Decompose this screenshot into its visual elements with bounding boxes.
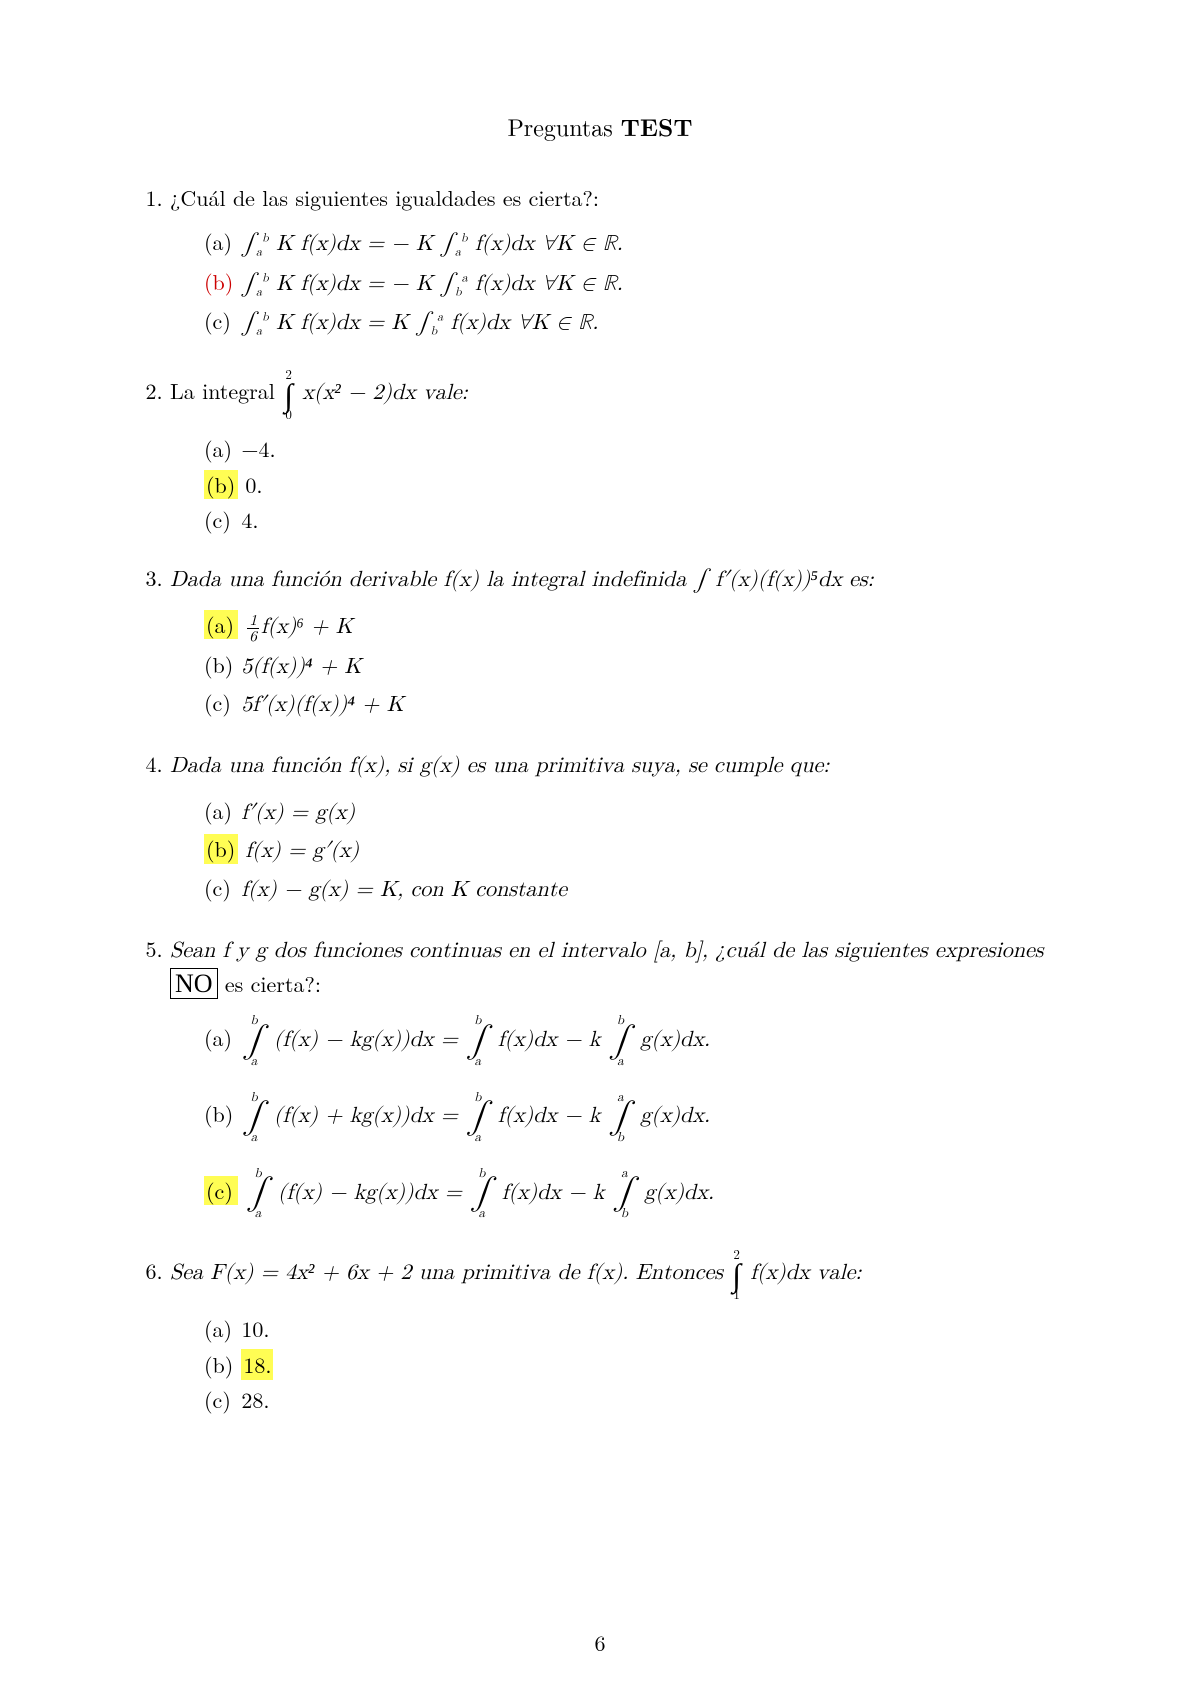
integral-icon: a∫b <box>610 1092 631 1144</box>
option-body: 16f(x)⁶ + K <box>245 616 352 638</box>
option-body: 28. <box>234 1384 269 1415</box>
q5-options: (a) b∫a (f(x) − kg(x))dx = b∫a f(x)dx − … <box>170 1015 1060 1220</box>
integral-icon: b∫a <box>243 1092 264 1144</box>
integral-icon: a∫b <box>614 1168 635 1220</box>
option-body: f(x) = g′(x) <box>238 840 359 862</box>
q4-option-c: (c) f(x) − g(x) = K, con K constante <box>204 873 1060 906</box>
option-body: 0. <box>238 469 262 500</box>
q6-options: (a) 10. (b) 18. (c) 28. <box>170 1314 1060 1415</box>
q2-option-c: (c) 4. <box>204 505 1060 535</box>
option-label: (b) <box>204 1350 234 1380</box>
integral-icon: b∫a <box>471 1168 492 1220</box>
q4-option-a: (a) f′(x) = g(x) <box>204 796 1060 829</box>
integral-icon: b∫a <box>610 1015 631 1067</box>
fraction-icon: 16 <box>247 613 259 644</box>
option-body: f(x) − g(x) = K, con K constante <box>234 879 567 901</box>
page: Preguntas TEST ¿Cuál de las siguientes i… <box>0 0 1200 1698</box>
title-bold: TEST <box>621 110 693 144</box>
q5-text: Sean f y g dos funciones continuas en el… <box>170 934 1060 1002</box>
q5-option-a: (a) b∫a (f(x) − kg(x))dx = b∫a f(x)dx − … <box>204 1015 1060 1067</box>
option-body: f′(x) = g(x) <box>234 802 355 824</box>
option-math: ∫ab K f(x)dx = − K ∫ba f(x)dx ∀K ∈ ℝ. <box>241 273 622 295</box>
option-label: (c) <box>204 505 234 535</box>
page-title: Preguntas TEST <box>140 110 1060 143</box>
q4-text: Dada una función f(x), si g(x) es una pr… <box>170 752 1060 782</box>
option-body: 5f′(x)(f(x))⁴ + K <box>234 694 404 716</box>
option-label: (a) <box>204 796 234 826</box>
option-label: (a) <box>204 227 234 257</box>
q3-options: (a) 16f(x)⁶ + K (b) 5(f(x))⁴ + K (c) 5f′… <box>170 610 1060 721</box>
integral-icon: b∫a <box>467 1015 488 1067</box>
option-body: 5(f(x))⁴ + K <box>234 656 361 678</box>
q2-option-b: (b) 0. <box>204 470 1060 500</box>
q2-options: (a) −4. (b) 0. (c) 4. <box>170 434 1060 535</box>
option-label: (a) <box>204 610 238 640</box>
question-2: La integral 2∫0 x(x² − 2)dx vale: (a) −4… <box>170 368 1060 535</box>
integral-icon: b∫a <box>247 1168 268 1220</box>
integral-icon: b∫a <box>243 1015 264 1067</box>
question-4: Dada una función f(x), si g(x) es una pr… <box>170 749 1060 906</box>
q4-options: (a) f′(x) = g(x) (b) f(x) = g′(x) (c) f(… <box>170 796 1060 906</box>
q1-option-c: (c) ∫ab K f(x)dx = K ∫ba f(x)dx ∀K ∈ ℝ. <box>204 306 1060 340</box>
q4-option-b: (b) f(x) = g′(x) <box>204 834 1060 867</box>
option-math: ∫ab K f(x)dx = K ∫ba f(x)dx ∀K ∈ ℝ. <box>241 312 598 334</box>
option-label: (a) <box>204 1023 234 1053</box>
question-3: Dada una función derivable f(x) la integ… <box>170 563 1060 721</box>
q5-option-c: (c) b∫a (f(x) − kg(x))dx = b∫a f(x)dx − … <box>204 1168 1060 1220</box>
q3-option-b: (b) 5(f(x))⁴ + K <box>204 650 1060 683</box>
q5-option-b: (b) b∫a (f(x) + kg(x))dx = b∫a f(x)dx − … <box>204 1092 1060 1144</box>
integral-icon: b∫a <box>467 1092 488 1144</box>
integral-icon: 2∫0 <box>284 368 293 420</box>
q6-option-a: (a) 10. <box>204 1314 1060 1344</box>
option-math: b∫a (f(x) + kg(x))dx = b∫a f(x)dx − k a∫… <box>241 1105 710 1127</box>
q1-text: ¿Cuál de las siguientes igualdades es ci… <box>170 183 1060 213</box>
q6-text: Sea F(x) = 4x² + 6x + 2 una primitiva de… <box>170 1248 1060 1300</box>
question-list: ¿Cuál de las siguientes igualdades es ci… <box>140 183 1060 1415</box>
option-label: (c) <box>204 306 234 336</box>
integral-icon: 2∫1 <box>732 1248 741 1300</box>
option-label: (c) <box>204 688 234 718</box>
option-body: 18. <box>241 1349 273 1380</box>
q6-option-b: (b) 18. <box>204 1350 1060 1380</box>
option-label: (b) <box>204 1099 234 1129</box>
q1-option-b: (b) ∫ab K f(x)dx = − K ∫ba f(x)dx ∀K ∈ ℝ… <box>204 267 1060 301</box>
question-5: Sean f y g dos funciones continuas en el… <box>170 934 1060 1220</box>
page-number: 6 <box>0 1628 1200 1658</box>
option-math: b∫a (f(x) − kg(x))dx = b∫a f(x)dx − k b∫… <box>241 1029 710 1051</box>
q6-option-c: (c) 28. <box>204 1385 1060 1415</box>
question-6: Sea F(x) = 4x² + 6x + 2 una primitiva de… <box>170 1248 1060 1415</box>
option-label: (b) <box>204 267 234 297</box>
option-label: (c) <box>204 873 234 903</box>
option-body: 4. <box>234 504 258 535</box>
option-body: 10. <box>234 1313 269 1344</box>
q2-text: La integral 2∫0 x(x² − 2)dx vale: <box>170 368 1060 420</box>
option-label: (a) <box>204 434 234 464</box>
title-plain: Preguntas <box>507 109 620 143</box>
q1-option-a: (a) ∫ab K f(x)dx = − K ∫ab f(x)dx ∀K ∈ ℝ… <box>204 227 1060 261</box>
option-label: (c) <box>204 1385 234 1415</box>
q3-option-c: (c) 5f′(x)(f(x))⁴ + K <box>204 688 1060 721</box>
option-label: (c) <box>204 1176 238 1206</box>
question-1: ¿Cuál de las siguientes igualdades es ci… <box>170 183 1060 339</box>
no-box: NO <box>170 968 218 999</box>
q3-text: Dada una función derivable f(x) la integ… <box>170 566 1060 596</box>
q1-options: (a) ∫ab K f(x)dx = − K ∫ab f(x)dx ∀K ∈ ℝ… <box>170 227 1060 340</box>
q2-option-a: (a) −4. <box>204 434 1060 464</box>
q3-option-a: (a) 16f(x)⁶ + K <box>204 610 1060 644</box>
option-label: (b) <box>204 834 238 864</box>
option-label: (a) <box>204 1314 234 1344</box>
option-body: −4. <box>234 433 276 464</box>
option-math: b∫a (f(x) − kg(x))dx = b∫a f(x)dx − k a∫… <box>245 1182 714 1204</box>
option-label: (b) <box>204 650 234 680</box>
option-label: (b) <box>204 470 238 500</box>
option-math: ∫ab K f(x)dx = − K ∫ab f(x)dx ∀K ∈ ℝ. <box>241 233 622 255</box>
